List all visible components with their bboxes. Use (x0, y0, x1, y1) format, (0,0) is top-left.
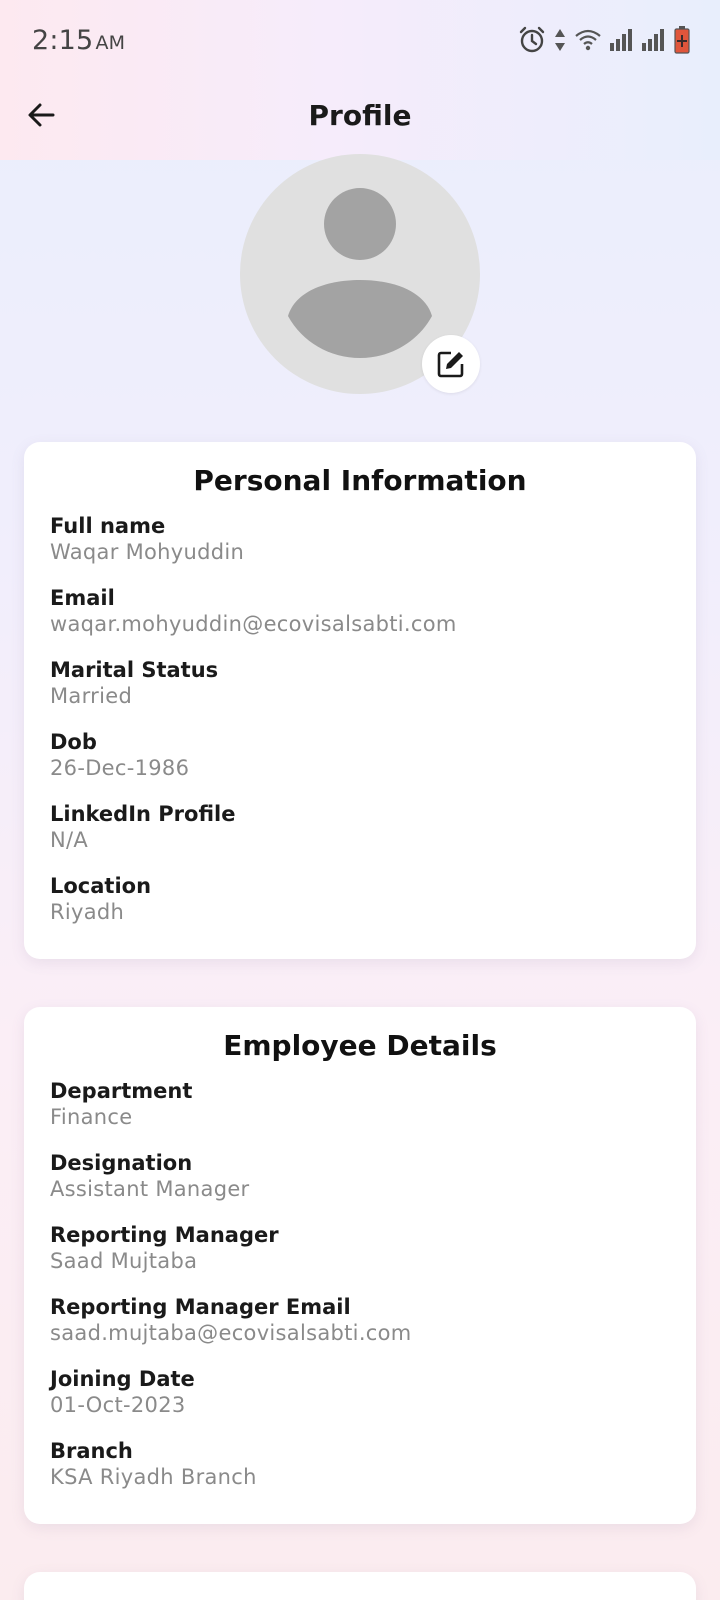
field-label: Reporting Manager Email (50, 1295, 351, 1319)
field-full-name: Full name Waqar Mohyuddin (50, 513, 670, 565)
edit-avatar-button[interactable] (422, 335, 480, 393)
personal-information-card: Personal Information Full name Waqar Moh… (24, 442, 696, 959)
field-value: 26-Dec-1986 (50, 756, 190, 780)
battery-icon (674, 26, 690, 54)
time-text: 2:15 (32, 24, 94, 56)
ampm-text: AM (95, 31, 126, 54)
status-time: 2:15 AM (32, 25, 125, 56)
field-value: KSA Riyadh Branch (50, 1465, 257, 1489)
arrow-left-icon (28, 103, 55, 127)
field-dob: Dob 26-Dec-1986 (50, 729, 670, 781)
employee-details-card: Employee Details Department Finance Desi… (24, 1007, 696, 1524)
card-title: Personal Information (193, 464, 527, 497)
field-label: Department (50, 1079, 193, 1103)
field-value: Married (50, 684, 133, 708)
field-label: Branch (50, 1439, 133, 1463)
additional-info-card (24, 1572, 696, 1600)
field-branch: Branch KSA Riyadh Branch (50, 1438, 670, 1490)
field-value: 01-Oct-2023 (50, 1393, 186, 1417)
field-joining-date: Joining Date 01-Oct-2023 (50, 1366, 670, 1418)
field-value: saad.mujtaba@ecovisalsabti.com (50, 1321, 412, 1345)
alarm-icon (519, 26, 545, 53)
field-value: Waqar Mohyuddin (50, 540, 245, 564)
field-reporting-manager: Reporting Manager Saad Mujtaba (50, 1222, 670, 1274)
field-label: Designation (50, 1151, 193, 1175)
page-title: Profile (308, 98, 412, 132)
wifi-icon (575, 29, 601, 51)
field-label: Joining Date (50, 1367, 195, 1391)
field-email: Email waqar.mohyuddin@ecovisalsabti.com (50, 585, 670, 637)
app-bar: Profile (0, 80, 720, 150)
data-arrows-icon (555, 29, 565, 51)
edit-icon (437, 351, 464, 378)
field-label: Marital Status (50, 658, 219, 682)
field-label: LinkedIn Profile (50, 802, 236, 826)
field-label: Dob (50, 730, 97, 754)
field-reporting-manager-email: Reporting Manager Email saad.mujtaba@eco… (50, 1294, 670, 1346)
field-value: waqar.mohyuddin@ecovisalsabti.com (50, 612, 457, 636)
card-title: Employee Details (223, 1029, 497, 1062)
field-label: Full name (50, 514, 166, 538)
field-value: Riyadh (50, 900, 125, 924)
field-location: Location Riyadh (50, 873, 670, 925)
field-label: Reporting Manager (50, 1223, 279, 1247)
field-designation: Designation Assistant Manager (50, 1150, 670, 1202)
field-linkedin-profile: LinkedIn Profile N/A (50, 801, 670, 853)
signal-icon (610, 29, 632, 51)
back-button[interactable] (18, 92, 64, 138)
profile-avatar-section (240, 154, 480, 394)
field-label: Email (50, 586, 115, 610)
field-label: Location (50, 874, 152, 898)
status-bar: 2:15 AM (0, 0, 720, 80)
field-department: Department Finance (50, 1078, 670, 1130)
field-value: Finance (50, 1105, 133, 1129)
field-value: Assistant Manager (50, 1177, 250, 1201)
field-value: Saad Mujtaba (50, 1249, 198, 1273)
status-icons (518, 26, 690, 54)
field-value: N/A (50, 828, 89, 852)
field-marital-status: Marital Status Married (50, 657, 670, 709)
signal-icon (642, 29, 664, 51)
